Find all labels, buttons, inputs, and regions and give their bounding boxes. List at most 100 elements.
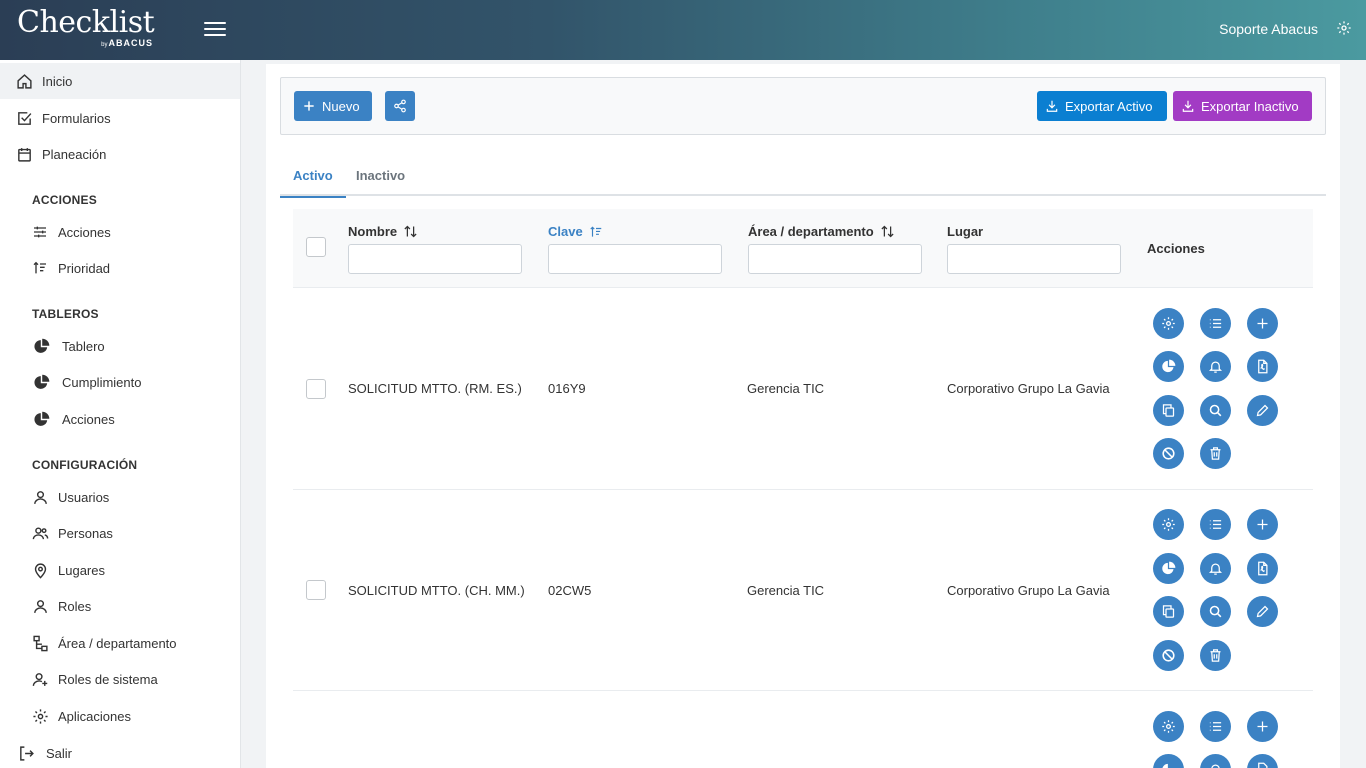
list-action-button[interactable] — [1200, 711, 1231, 742]
row-checkbox[interactable] — [306, 379, 326, 399]
list-action-button[interactable] — [1200, 509, 1231, 540]
sidebar-item-lugares[interactable]: Lugares — [0, 552, 240, 588]
sidebar-item-roles[interactable]: Roles — [0, 588, 240, 624]
settings-action-button[interactable] — [1153, 509, 1184, 540]
settings-action-button[interactable] — [1153, 711, 1184, 742]
sidebar-item-label: Formularios — [42, 110, 111, 126]
cell-clave: 02CW5 — [548, 583, 592, 598]
column-label: Lugar — [947, 224, 984, 239]
sidebar-item-label: Acciones — [62, 411, 115, 427]
column-header-area[interactable]: Área / departamento — [748, 224, 895, 239]
column-header-clave[interactable]: Clave — [548, 224, 603, 239]
sidebar-item-acciones-tablero[interactable]: Acciones — [0, 401, 240, 437]
column-header-nombre[interactable]: Nombre — [348, 224, 418, 239]
list-icon — [1209, 722, 1222, 731]
add-action-button[interactable] — [1247, 711, 1278, 742]
notification-action-button[interactable] — [1200, 553, 1231, 584]
copy-action-button[interactable] — [1153, 395, 1184, 426]
gear-icon — [1162, 518, 1175, 531]
sidebar-item-personas[interactable]: Personas — [0, 515, 240, 551]
column-label: Área / departamento — [748, 224, 874, 239]
sidebar-item-roles-sistema[interactable]: Roles de sistema — [0, 661, 240, 697]
toolbar: Nuevo Exportar Activo Exportar Inactivo — [280, 77, 1326, 135]
users-icon — [31, 524, 49, 542]
share-button[interactable] — [385, 91, 415, 121]
row-checkbox[interactable] — [306, 580, 326, 600]
gear-icon — [1162, 317, 1175, 330]
add-action-button[interactable] — [1247, 308, 1278, 339]
export-inactive-label: Exportar Inactivo — [1201, 98, 1299, 114]
sidebar-item-formularios[interactable]: Formularios — [0, 100, 240, 136]
new-button[interactable]: Nuevo — [294, 91, 372, 121]
search-action-button[interactable] — [1200, 596, 1231, 627]
sidebar-item-label: Tablero — [62, 338, 105, 354]
sidebar-item-tablero[interactable]: Tablero — [0, 328, 240, 364]
disable-action-button[interactable] — [1153, 438, 1184, 469]
filter-input-area[interactable] — [748, 244, 922, 274]
list-action-button[interactable] — [1200, 308, 1231, 339]
bell-icon — [1208, 563, 1223, 575]
pdf-action-button[interactable] — [1247, 754, 1278, 768]
copy-action-button[interactable] — [1153, 596, 1184, 627]
chart-action-button[interactable] — [1153, 351, 1184, 382]
sidebar-item-planeacion[interactable]: Planeación — [0, 136, 240, 172]
add-action-button[interactable] — [1247, 509, 1278, 540]
cell-area: Gerencia TIC — [747, 583, 825, 598]
select-all-checkbox[interactable] — [306, 237, 326, 257]
cell-lugar: Corporativo Grupo La Gavia — [947, 381, 1110, 396]
plus-icon — [1257, 519, 1268, 530]
sidebar-item-inicio[interactable]: Inicio — [0, 63, 240, 99]
pdf-action-button[interactable] — [1247, 553, 1278, 584]
settings-action-button[interactable] — [1153, 308, 1184, 339]
plus-icon — [1257, 721, 1268, 732]
sidebar-item-label: Acciones — [58, 224, 111, 240]
sort-icon — [404, 225, 417, 238]
sidebar-item-label: Lugares — [58, 562, 105, 578]
disable-action-button[interactable] — [1153, 640, 1184, 671]
column-header-acciones: Acciones — [1147, 241, 1205, 256]
sidebar-item-acciones[interactable]: Acciones — [0, 214, 240, 250]
sidebar-item-label: Personas — [58, 525, 113, 541]
delete-action-button[interactable] — [1200, 438, 1231, 469]
menu-toggle-icon[interactable] — [204, 19, 226, 39]
pie-chart-icon — [32, 337, 50, 355]
notification-action-button[interactable] — [1200, 351, 1231, 382]
home-icon — [15, 72, 33, 90]
sidebar-item-cumplimiento[interactable]: Cumplimiento — [0, 364, 240, 400]
export-active-button[interactable]: Exportar Activo — [1037, 91, 1167, 121]
top-header: Checklist byABACUS Soporte Abacus — [0, 0, 1366, 60]
export-inactive-button[interactable]: Exportar Inactivo — [1173, 91, 1312, 121]
chart-action-button[interactable] — [1153, 754, 1184, 768]
sort-priority-icon — [31, 259, 49, 277]
logo-title: Checklist — [17, 5, 155, 40]
pie-chart-icon — [1162, 763, 1168, 768]
pencil-icon — [1256, 605, 1269, 618]
sidebar-item-prioridad[interactable]: Prioridad — [0, 250, 240, 286]
search-action-button[interactable] — [1200, 395, 1231, 426]
user-name[interactable]: Soporte Abacus — [1219, 21, 1318, 37]
gear-icon[interactable] — [1336, 20, 1352, 36]
edit-action-button[interactable] — [1247, 596, 1278, 627]
table-row: SOLICITUD MTTO. (CH. MM.) 02CW5 Gerencia… — [293, 490, 1313, 691]
chart-action-button[interactable] — [1153, 553, 1184, 584]
notification-action-button[interactable] — [1200, 754, 1231, 768]
sidebar-item-salir[interactable]: Salir — [0, 735, 240, 768]
edit-action-button[interactable] — [1247, 395, 1278, 426]
checklist-logo[interactable]: Checklist byABACUS — [17, 6, 157, 54]
sidebar-item-aplicaciones[interactable]: Aplicaciones — [0, 698, 240, 734]
pie-chart-icon — [1162, 359, 1176, 373]
sidebar-item-usuarios[interactable]: Usuarios — [0, 479, 240, 515]
pdf-file-icon — [1258, 561, 1268, 576]
sidebar-item-label: Prioridad — [58, 260, 111, 276]
share-icon — [394, 99, 406, 113]
pdf-action-button[interactable] — [1247, 351, 1278, 382]
search-icon — [1209, 605, 1222, 618]
tab-inactivo[interactable]: Inactivo — [356, 168, 405, 196]
sidebar-item-area-departamento[interactable]: Área / departamento — [0, 625, 240, 661]
filter-input-clave[interactable] — [548, 244, 722, 274]
filter-input-lugar[interactable] — [947, 244, 1121, 274]
filter-input-nombre[interactable] — [348, 244, 522, 274]
delete-action-button[interactable] — [1200, 640, 1231, 671]
tab-activo[interactable]: Activo — [280, 168, 346, 198]
trash-icon — [1210, 649, 1221, 662]
